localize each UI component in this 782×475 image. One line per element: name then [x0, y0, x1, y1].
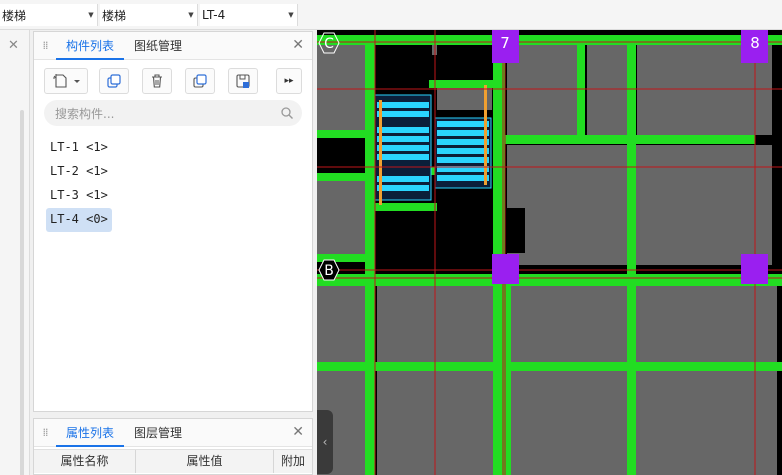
list-item-selected[interactable]: LT-4 <0>	[46, 208, 112, 232]
beam[interactable]	[627, 371, 636, 475]
double-arrow-right-icon: ▸▸	[284, 76, 294, 86]
column-header[interactable]: 属性名称	[34, 450, 136, 473]
stair-flight-right[interactable]	[434, 117, 492, 189]
column-header[interactable]: 属性值	[136, 450, 274, 473]
drawing-canvas[interactable]: 7 8 C B	[317, 30, 782, 475]
search-icon[interactable]	[280, 106, 302, 120]
axis-label-8: 8	[750, 34, 760, 52]
stair-opening[interactable]	[377, 45, 432, 90]
component-value: LT-4	[202, 8, 226, 22]
axis-label-7: 7	[500, 34, 510, 52]
delete-component-button[interactable]	[142, 68, 172, 94]
layers-copy-icon	[193, 74, 207, 88]
stair-opening[interactable]	[437, 45, 492, 80]
tab-property-list[interactable]: 属性列表	[56, 419, 125, 447]
list-item[interactable]: LT-3 <1>	[46, 184, 112, 208]
column-header[interactable]: 附加	[274, 450, 312, 473]
trash-icon	[152, 74, 162, 88]
list-item[interactable]: LT-2 <1>	[46, 160, 112, 184]
property-panel-tabs: ⁞⁞ 属性列表 图层管理 ✕	[34, 419, 312, 447]
save-component-button[interactable]	[228, 68, 258, 94]
close-icon[interactable]: ✕	[292, 37, 304, 53]
property-table-header: 属性名称 属性值 附加	[34, 449, 312, 473]
stair-opening[interactable]	[507, 208, 525, 253]
subcategory-select[interactable]: 楼梯 ▼	[100, 4, 198, 26]
subcategory-value: 楼梯	[102, 8, 127, 23]
property-list-panel: ⁞⁞ 属性列表 图层管理 ✕ 属性名称 属性值 附加	[33, 418, 313, 475]
component-list-panel: ⁞⁞ 构件列表 图纸管理 ✕ ▸▸ 搜索构件... LT-1 <1> LT-2 …	[33, 31, 313, 412]
slab[interactable]	[507, 145, 772, 265]
floor-plan-drawing[interactable]: 7 8 C B	[317, 30, 782, 475]
axis-label-c: C	[324, 36, 334, 52]
close-icon[interactable]: ✕	[292, 424, 304, 440]
beam[interactable]	[627, 45, 636, 365]
stair-opening[interactable]	[317, 140, 367, 170]
tab-component-list[interactable]: 构件列表	[56, 32, 125, 60]
tab-drawing-management[interactable]: 图纸管理	[124, 32, 192, 60]
beam[interactable]	[317, 362, 782, 371]
more-actions-button[interactable]: ▸▸	[276, 68, 302, 94]
beam[interactable]	[375, 203, 437, 211]
beam[interactable]	[317, 173, 367, 181]
new-component-button[interactable]	[44, 68, 88, 94]
chevron-down-icon: ▼	[88, 11, 94, 19]
category-value: 楼梯	[2, 8, 27, 23]
list-item[interactable]: LT-1 <1>	[46, 136, 112, 160]
chevron-down-icon: ▼	[288, 11, 294, 19]
copy-icon	[107, 74, 121, 88]
column[interactable]	[741, 254, 768, 284]
beam[interactable]	[317, 35, 782, 45]
left-collapsed-pane: ✕	[0, 30, 30, 475]
slab[interactable]	[317, 45, 367, 130]
tab-layer-management[interactable]: 图层管理	[124, 419, 192, 447]
save-icon	[236, 74, 250, 88]
slab[interactable]	[317, 180, 367, 255]
component-list: LT-1 <1> LT-2 <1> LT-3 <1> LT-4 <0>	[46, 136, 112, 232]
collapse-panel-button[interactable]: ‹	[317, 410, 333, 474]
close-icon[interactable]: ✕	[8, 38, 19, 53]
component-toolbar: ▸▸	[44, 68, 302, 94]
axis-label-b: B	[324, 263, 334, 279]
beam[interactable]	[317, 130, 367, 138]
category-select[interactable]: 楼梯 ▼	[0, 4, 98, 26]
chevron-left-icon: ‹	[322, 435, 328, 449]
drag-handle-icon[interactable]: ⁞⁞	[34, 39, 56, 52]
search-input[interactable]: 搜索构件...	[44, 100, 302, 126]
beam[interactable]	[505, 135, 755, 144]
copy-component-button[interactable]	[99, 68, 129, 94]
search-placeholder: 搜索构件...	[55, 106, 115, 121]
column[interactable]	[492, 254, 519, 284]
component-panel-tabs: ⁞⁞ 构件列表 图纸管理 ✕	[34, 32, 312, 60]
beam[interactable]	[317, 274, 782, 286]
scrollbar[interactable]	[20, 110, 24, 475]
stair-rail[interactable]	[484, 85, 487, 185]
top-toolbar: 楼梯 ▼ 楼梯 ▼ LT-4 ▼	[0, 0, 782, 30]
stair-rail[interactable]	[379, 100, 382, 205]
drag-handle-icon[interactable]: ⁞⁞	[34, 426, 56, 439]
slab[interactable]	[587, 45, 627, 135]
chevron-down-icon: ▼	[188, 11, 194, 19]
copy-to-floor-button[interactable]	[185, 68, 215, 94]
stair-flight-left[interactable]	[374, 94, 432, 201]
component-select[interactable]: LT-4 ▼	[200, 4, 298, 26]
beam[interactable]	[577, 45, 585, 135]
slab[interactable]	[377, 285, 777, 475]
new-file-icon	[53, 74, 80, 88]
beam[interactable]	[365, 35, 375, 475]
